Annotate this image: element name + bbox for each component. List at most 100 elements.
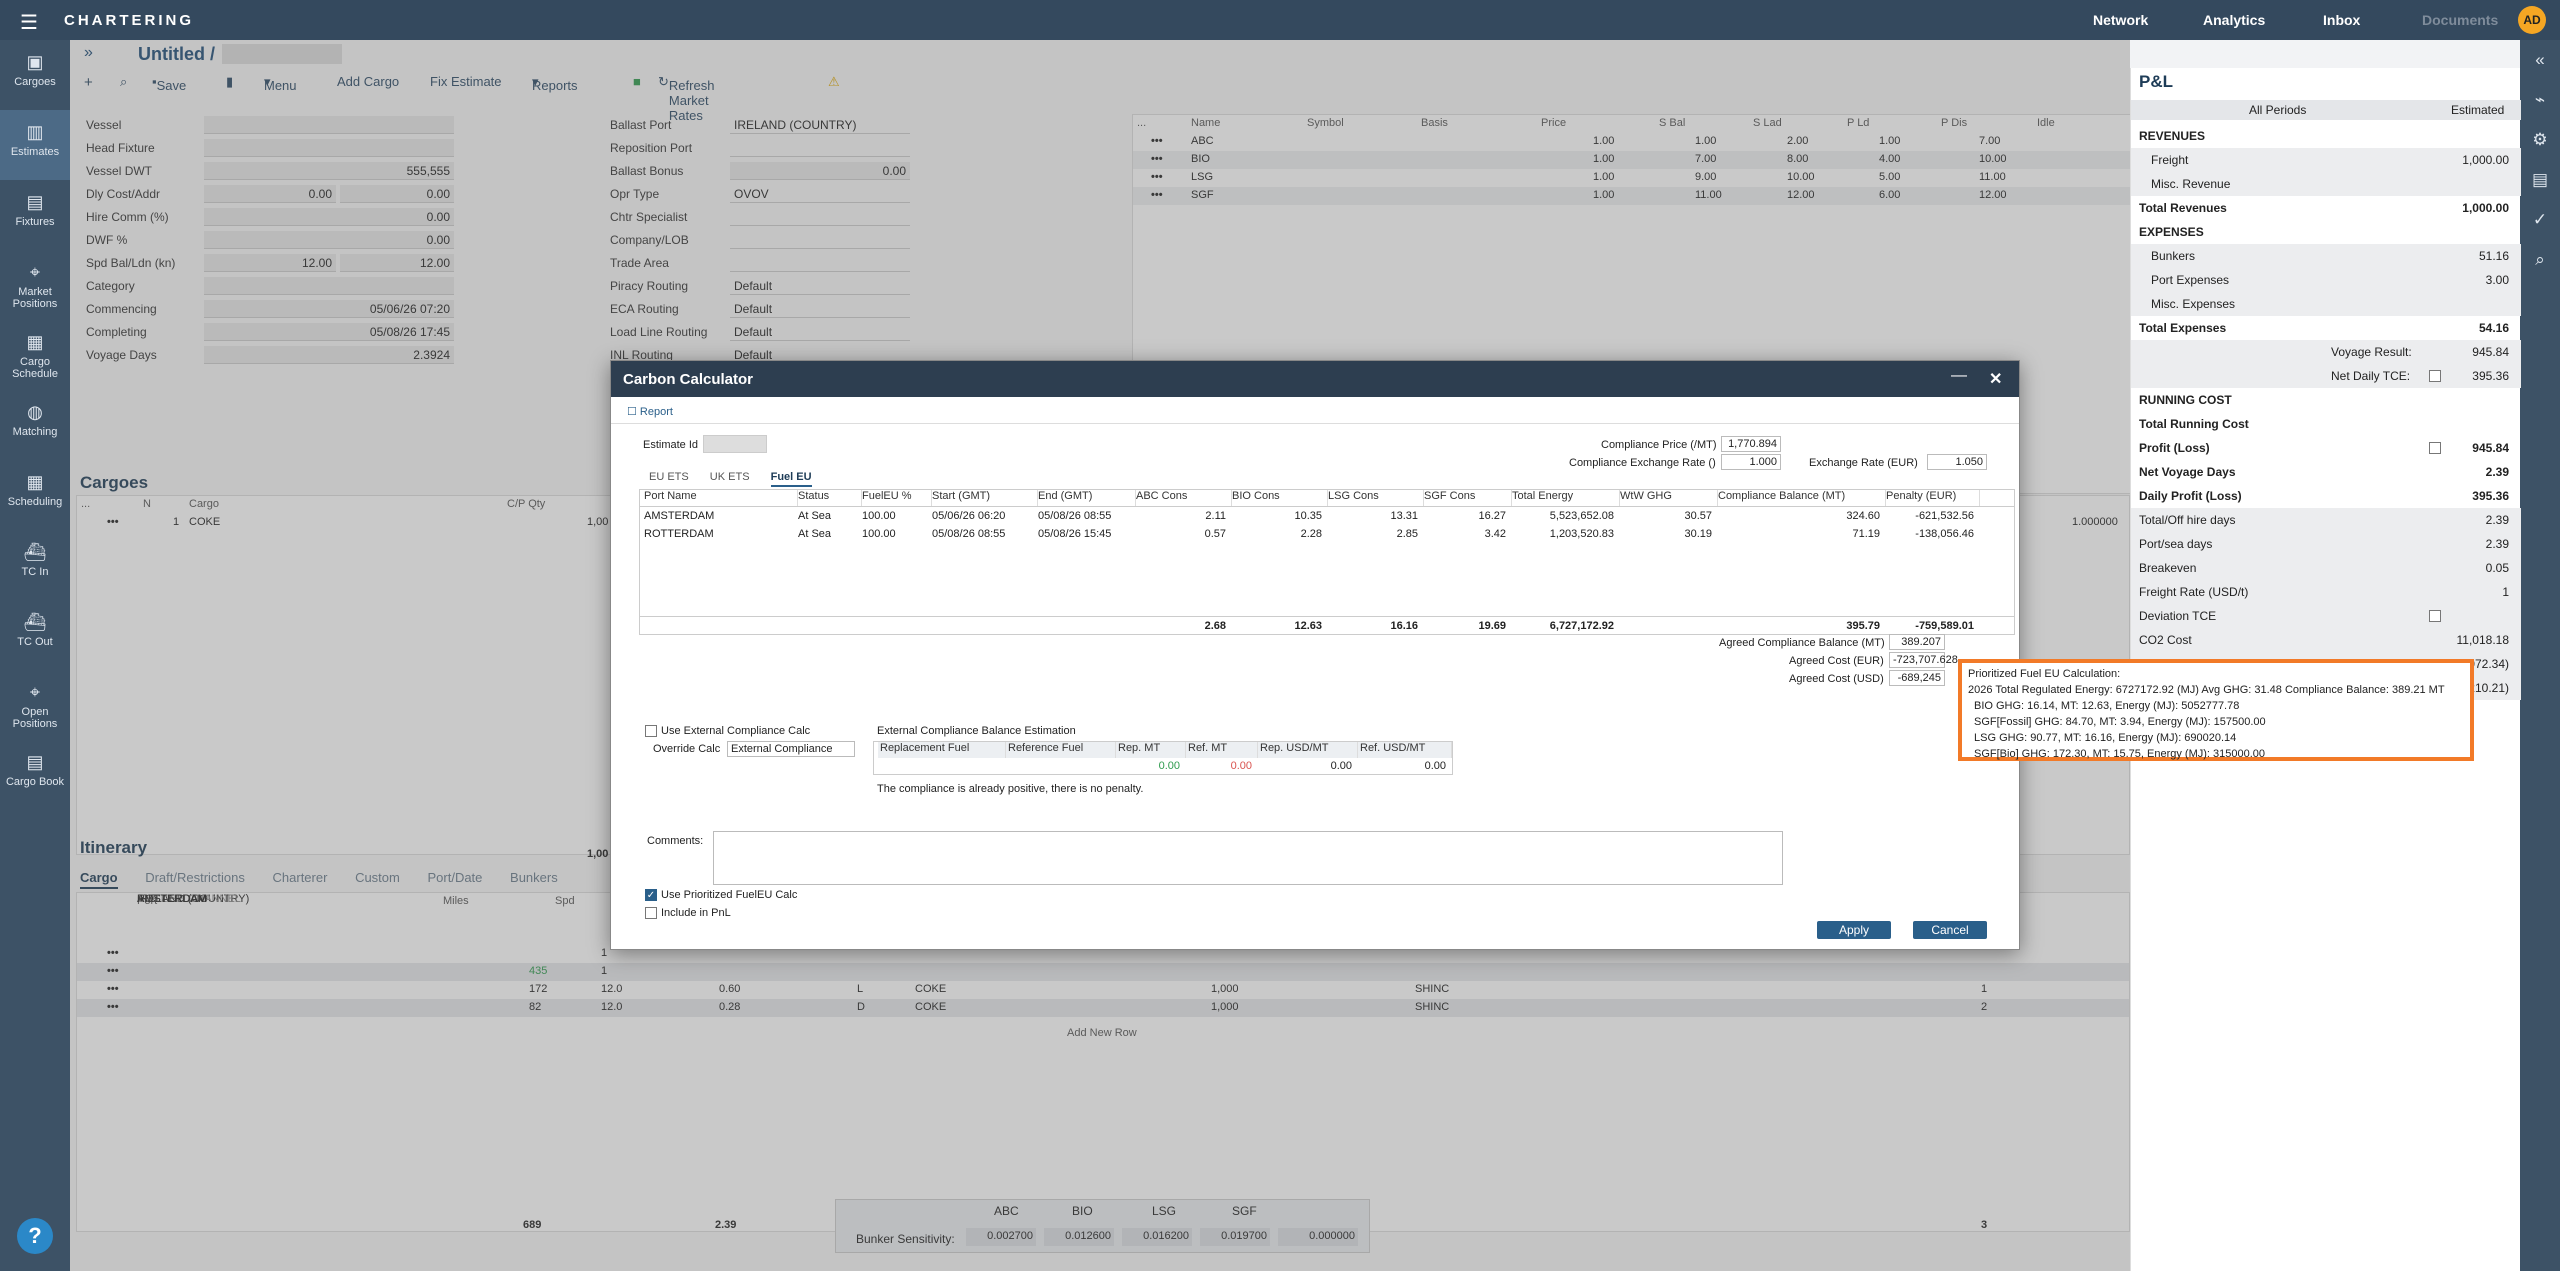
pnl-label: Misc. Expenses xyxy=(2151,297,2236,311)
nav-cargo-book[interactable]: ▤ Cargo Book xyxy=(0,740,70,810)
cancel-button[interactable]: Cancel xyxy=(1913,921,1987,939)
close-icon[interactable]: ✕ xyxy=(1989,369,2002,389)
check-icon[interactable]: ✓ xyxy=(2520,200,2560,240)
menu-icon[interactable]: ☰ xyxy=(20,10,38,35)
agreed-eur-label: Agreed Cost (EUR) xyxy=(1789,655,1884,667)
pnl-row: Port Expenses 3.00 xyxy=(2131,268,2521,292)
app-brand: CHARTERING xyxy=(64,12,194,29)
pnl-label: Total Running Cost xyxy=(2139,417,2249,431)
tab-fuel-eu[interactable]: Fuel EU xyxy=(770,471,812,487)
dialog-header: Carbon Calculator — ✕ xyxy=(611,361,2019,397)
pnl-value: 210.21) xyxy=(2468,681,2509,695)
nav-label: Market Positions xyxy=(12,286,58,310)
nav-label: Matching xyxy=(12,426,58,438)
nav-scheduling[interactable]: ▦ Scheduling xyxy=(0,460,70,530)
ext-value[interactable]: 0.00 xyxy=(1186,760,1252,772)
nav-analytics[interactable]: Analytics xyxy=(2203,12,2265,28)
pnl-label: CO2 Cost xyxy=(2139,633,2192,647)
nav-estimates[interactable]: ▥ Estimates xyxy=(0,110,70,180)
pnl-value: 51.16 xyxy=(2478,249,2509,263)
nav-label: Cargo Book xyxy=(5,776,65,788)
nav-tc-in[interactable]: ⛴ TC In xyxy=(0,530,70,600)
col-header: End (GMT) xyxy=(1038,490,1136,506)
agreed-balance-input[interactable]: 389.207 xyxy=(1889,634,1945,650)
chart-icon[interactable]: ⌁ xyxy=(2520,80,2560,120)
nav-label: TC In xyxy=(21,566,49,578)
fuel-eu-cell: 324.60 xyxy=(1846,510,1880,522)
override-select[interactable]: External Compliance xyxy=(727,741,855,757)
pnl-value: 0.05 xyxy=(2485,561,2509,575)
col-header: Penalty (EUR) xyxy=(1886,490,1980,506)
compliance-price-input[interactable]: 1,770.894 xyxy=(1721,436,1781,452)
override-label: Override Calc xyxy=(653,743,721,755)
pnl-label: Voyage Result: xyxy=(2331,345,2412,359)
fuel-eu-total: -759,589.01 xyxy=(1915,620,1974,632)
fuel-eu-total: 12.63 xyxy=(1294,620,1322,632)
ext-col-header: Reference Fuel xyxy=(1006,742,1116,758)
use-external-checkbox[interactable]: Use External Compliance Calc xyxy=(645,725,810,738)
fuel-eu-cell: 30.19 xyxy=(1684,528,1712,540)
include-pnl-checkbox[interactable]: Include in PnL xyxy=(645,907,731,920)
avatar[interactable]: AD xyxy=(2518,6,2546,34)
report-link[interactable]: ☐ Report xyxy=(627,405,673,418)
nav-market-positions[interactable]: ⌖ Market Positions xyxy=(0,250,70,320)
agreed-usd-label: Agreed Cost (USD) xyxy=(1789,673,1884,685)
exchange-rate-input[interactable]: 1.050 xyxy=(1927,454,1987,470)
nav-cargoes[interactable]: ▣ Cargoes xyxy=(0,40,70,110)
fuel-eu-cell: 0.57 xyxy=(1204,528,1226,540)
col-header: SGF Cons xyxy=(1424,490,1512,506)
nav-open-positions[interactable]: ⌖ Open Positions xyxy=(0,670,70,740)
right-rail: « ⌁ ⚙ ▤ ✓ ⌕ xyxy=(2520,40,2560,1271)
ext-value[interactable]: 0.00 xyxy=(1258,760,1352,772)
tab-uk-ets[interactable]: UK ETS xyxy=(710,471,750,483)
checkbox-icon[interactable] xyxy=(2429,370,2441,382)
fuel-eu-cell: 100.00 xyxy=(862,510,896,522)
agreed-eur-value: -723,707.628 xyxy=(1889,652,1958,668)
nav-documents[interactable]: Documents xyxy=(2422,12,2498,28)
nav-network[interactable]: Network xyxy=(2093,12,2148,28)
checkbox-icon[interactable] xyxy=(2429,610,2441,622)
ship-icon: ⛴ xyxy=(23,612,47,632)
pnl-col-estimated[interactable]: Estimated xyxy=(2451,103,2504,117)
ext-value[interactable]: 0.00 xyxy=(1116,760,1180,772)
pnl-col-all[interactable]: All Periods xyxy=(2249,103,2306,117)
nav-cargo-schedule[interactable]: ▦ Cargo Schedule xyxy=(0,320,70,390)
col-header: Port Name xyxy=(644,490,798,506)
tab-eu-ets[interactable]: EU ETS xyxy=(649,471,689,483)
exchange-rate-label: Exchange Rate (EUR) xyxy=(1809,457,1918,469)
nav-fixtures[interactable]: ▤ Fixtures xyxy=(0,180,70,250)
fuel-eu-cell: 5,523,652.08 xyxy=(1549,510,1614,522)
gear-icon[interactable]: ⚙ xyxy=(2520,120,2560,160)
pnl-label: Deviation TCE xyxy=(2139,609,2217,623)
nav-label: Open Positions xyxy=(12,706,58,730)
col-header: Total Energy xyxy=(1512,490,1620,506)
checkbox-icon xyxy=(645,907,657,920)
minimize-icon[interactable]: — xyxy=(1951,367,1967,385)
tooltip-line: SGF[Bio] GHG: 172.30, MT: 15.75, Energy … xyxy=(1974,748,2266,760)
agreed-usd-value: -689,245 xyxy=(1889,670,1945,686)
search-icon[interactable]: ⌕ xyxy=(2520,240,2560,280)
collapse-icon[interactable]: « xyxy=(2520,40,2560,80)
pnl-value: 395.36 xyxy=(2472,369,2509,383)
compliance-rate-label: Compliance Exchange Rate () xyxy=(1569,457,1716,469)
apply-button[interactable]: Apply xyxy=(1817,921,1891,939)
tooltip-line: Prioritized Fuel EU Calculation: xyxy=(1968,668,2121,680)
nav-matching[interactable]: ◍ Matching xyxy=(0,390,70,460)
help-icon[interactable]: ? xyxy=(17,1218,53,1254)
globe-icon: ◍ xyxy=(27,402,43,422)
nav-inbox[interactable]: Inbox xyxy=(2323,12,2360,28)
fuel-eu-cell: 05/08/26 15:45 xyxy=(1038,528,1112,540)
nav-label: Fixtures xyxy=(15,216,55,228)
compliance-rate-input[interactable]: 1.000 xyxy=(1721,454,1781,470)
use-prioritized-checkbox[interactable]: ✓ Use Prioritized FuelEU Calc xyxy=(645,889,797,902)
ext-value[interactable]: 0.00 xyxy=(1358,760,1446,772)
nav-tc-out[interactable]: ⛴ TC Out xyxy=(0,600,70,670)
nav-label: Estimates xyxy=(10,146,60,158)
checkbox-icon[interactable] xyxy=(2429,442,2441,454)
pnl-row: Profit (Loss) 945.84 xyxy=(2131,436,2521,460)
fuel-eu-cell: 1,203,520.83 xyxy=(1549,528,1614,540)
pnl-row: Net Daily TCE: 395.36 xyxy=(2131,364,2521,388)
comments-textarea[interactable] xyxy=(713,831,1783,885)
notes-icon[interactable]: ▤ xyxy=(2520,160,2560,200)
fuel-eu-total: 6,727,172.92 xyxy=(1549,620,1614,632)
